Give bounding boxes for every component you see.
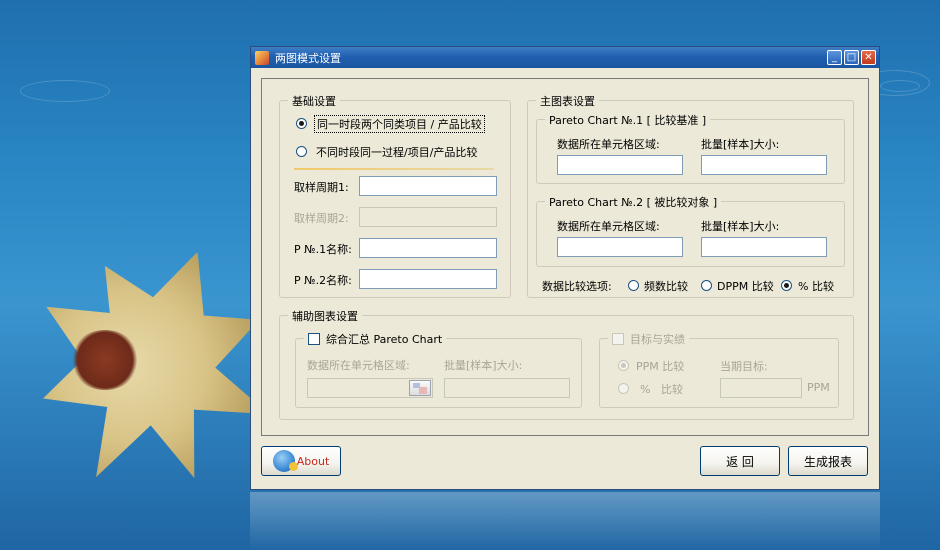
range-picker-icon[interactable] [409, 380, 431, 396]
about-icon [272, 450, 298, 472]
generate-report-button[interactable]: 生成报表 [788, 446, 868, 476]
p1-name-label: P №.1名称: [294, 243, 352, 256]
chart1-range-label: 数据所在单元格区域: [557, 138, 660, 151]
summary-batch-input[interactable] [444, 378, 570, 398]
chart1-legend: Pareto Chart №.1 [ 比较基准 ] [545, 112, 711, 128]
target-legend: 目标与实绩 [608, 331, 689, 347]
main-chart-legend: 主图表设置 [536, 93, 599, 109]
target-checkbox-label[interactable]: 目标与实绩 [630, 331, 685, 347]
chart1-group: Pareto Chart №.1 [ 比较基准 ] 数据所在单元格区域: 批量[… [536, 112, 845, 184]
compare-pct-radio[interactable] [781, 280, 792, 291]
aux-chart-group: 辅助图表设置 综合汇总 Pareto Chart 数据所在单元格区域: 批量[样… [279, 308, 854, 420]
target-unit-label: PPM [807, 381, 830, 394]
pct-compare-label[interactable]: % 比较 [640, 381, 683, 397]
maximize-button[interactable]: □ [844, 50, 859, 65]
dialog-window: 两图模式设置 _ □ ✕ 基础设置 同一时段两个同类项目 / 产品比较 不同时段… [250, 46, 880, 490]
aux-chart-legend: 辅助图表设置 [288, 308, 362, 324]
p1-name-input[interactable] [359, 238, 497, 258]
chart2-range-input[interactable] [557, 237, 683, 257]
pct-compare-radio[interactable] [618, 383, 629, 394]
close-button[interactable]: ✕ [861, 50, 876, 65]
back-button[interactable]: 返 回 [700, 446, 780, 476]
title-bar: 两图模式设置 _ □ ✕ [251, 47, 879, 68]
p2-name-label: P №.2名称: [294, 274, 352, 287]
minimize-button[interactable]: _ [827, 50, 842, 65]
chart1-range-input[interactable] [557, 155, 683, 175]
water-ripple [20, 80, 110, 102]
chart2-group: Pareto Chart №.2 [ 被比较对象 ] 数据所在单元格区域: 批量… [536, 194, 845, 267]
chart2-batch-input[interactable] [701, 237, 827, 257]
summary-batch-label: 批量[样本]大小: [444, 359, 523, 372]
basic-settings-legend: 基础设置 [288, 93, 340, 109]
compare-freq-label[interactable]: 频数比较 [644, 278, 688, 294]
about-button[interactable]: About [261, 446, 341, 476]
chart2-legend: Pareto Chart №.2 [ 被比较对象 ] [545, 194, 722, 210]
current-target-label: 当期目标: [720, 360, 768, 373]
chart1-batch-input[interactable] [701, 155, 827, 175]
diff-period-label[interactable]: 不同时段同一过程/项目/产品比较 [316, 144, 477, 160]
period1-label: 取样周期1: [294, 181, 349, 194]
compare-label: 数据比较选项: [542, 280, 612, 293]
summary-range-input[interactable] [307, 378, 433, 398]
period1-input[interactable] [359, 176, 497, 196]
main-chart-group: 主图表设置 Pareto Chart №.1 [ 比较基准 ] 数据所在单元格区… [527, 93, 854, 298]
current-target-input[interactable] [720, 378, 802, 398]
window-reflection [250, 492, 880, 550]
chart2-range-label: 数据所在单元格区域: [557, 220, 660, 233]
about-label: About [296, 454, 330, 468]
chart2-batch-label: 批量[样本]大小: [701, 220, 780, 233]
summary-checkbox-label[interactable]: 综合汇总 Pareto Chart [326, 331, 442, 347]
period2-input[interactable] [359, 207, 497, 227]
ppm-compare-label[interactable]: PPM 比较 [636, 358, 684, 374]
window-controls: _ □ ✕ [827, 50, 879, 65]
target-checkbox[interactable] [612, 333, 624, 345]
window-title: 两图模式设置 [275, 51, 341, 65]
summary-range-label: 数据所在单元格区域: [307, 359, 410, 372]
ppm-compare-radio[interactable] [618, 360, 629, 371]
dialog-body: 基础设置 同一时段两个同类项目 / 产品比较 不同时段同一过程/项目/产品比较 … [261, 78, 869, 436]
water-ripple [880, 80, 920, 92]
separator [294, 168, 494, 170]
basic-settings-group: 基础设置 同一时段两个同类项目 / 产品比较 不同时段同一过程/项目/产品比较 … [279, 93, 511, 298]
leaf-image [70, 330, 140, 390]
compare-freq-radio[interactable] [628, 280, 639, 291]
same-period-radio[interactable] [296, 118, 307, 129]
compare-pct-label[interactable]: % 比较 [798, 278, 834, 294]
summary-legend: 综合汇总 Pareto Chart [304, 331, 447, 347]
target-group: 目标与实绩 PPM 比较 % 比较 当期目标: PPM [599, 331, 839, 408]
diff-period-radio[interactable] [296, 146, 307, 157]
chart1-batch-label: 批量[样本]大小: [701, 138, 780, 151]
summary-group: 综合汇总 Pareto Chart 数据所在单元格区域: 批量[样本]大小: [295, 331, 582, 408]
compare-dppm-label[interactable]: DPPM 比较 [717, 278, 774, 294]
period2-label: 取样周期2: [294, 212, 349, 225]
p2-name-input[interactable] [359, 269, 497, 289]
summary-checkbox[interactable] [308, 333, 320, 345]
app-icon [255, 50, 269, 65]
same-period-label[interactable]: 同一时段两个同类项目 / 产品比较 [314, 115, 485, 133]
compare-dppm-radio[interactable] [701, 280, 712, 291]
